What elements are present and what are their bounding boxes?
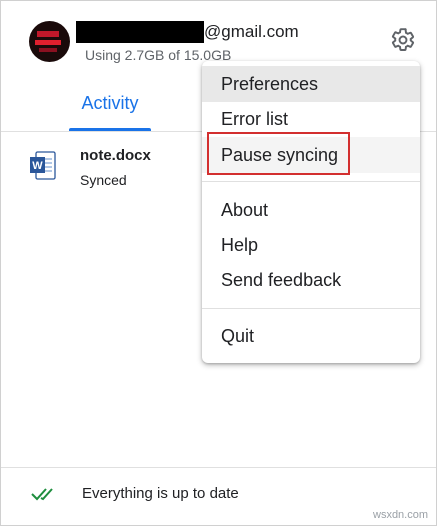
double-check-icon [31,485,57,503]
footer-divider [1,467,436,468]
account-email: @gmail.com [204,22,299,41]
sync-status: Everything is up to date [82,485,239,502]
redacted-email [76,21,204,43]
menu-item-help[interactable]: Help [202,227,420,263]
pause-syncing-highlight [207,132,350,175]
tab-activity[interactable]: Activity [69,93,151,133]
watermark: wsxdn.com [373,509,429,521]
menu-item-about[interactable]: About [202,192,420,228]
menu-item-quit[interactable]: Quit [202,318,420,354]
word-doc-icon: W [30,151,56,181]
gear-icon[interactable] [390,27,416,53]
file-name[interactable]: note.docx [80,147,151,164]
menu-item-preferences[interactable]: Preferences [202,66,420,102]
svg-text:W: W [32,160,43,172]
account-avatar[interactable] [29,21,70,62]
file-status: Synced [80,172,127,188]
settings-menu: Preferences Error list Pause syncing Abo… [202,61,420,363]
menu-item-send-feedback[interactable]: Send feedback [202,262,420,298]
menu-divider [202,308,420,309]
menu-divider [202,181,420,182]
